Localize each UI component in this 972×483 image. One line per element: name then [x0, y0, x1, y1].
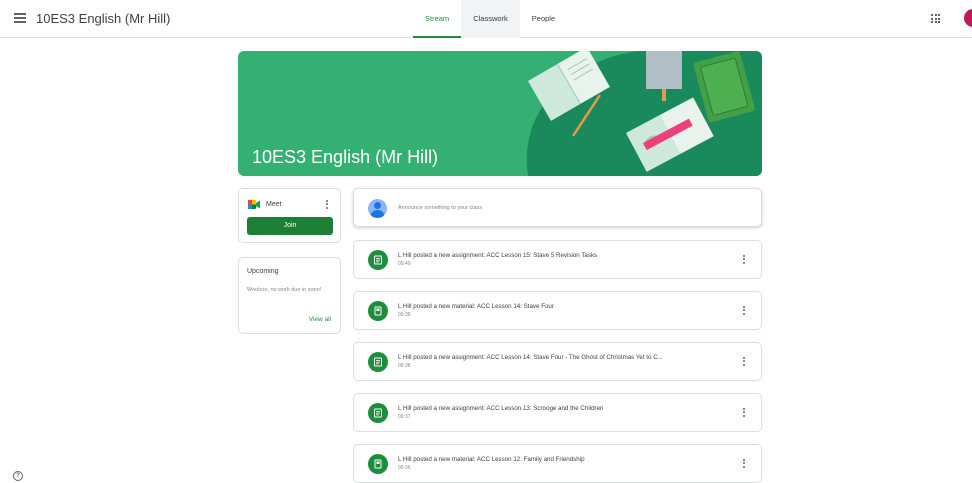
account-avatar[interactable] [964, 9, 972, 27]
tab-stream[interactable]: Stream [413, 0, 462, 38]
post-time: 09:38 [398, 363, 411, 369]
material-icon [368, 454, 388, 474]
meet-label: Meet [266, 201, 282, 208]
help-icon[interactable]: ? [13, 471, 23, 481]
class-banner: 10ES3 English (Mr Hill) [238, 51, 762, 176]
announce-placeholder: Announce something to your class [398, 205, 483, 211]
upcoming-message: Woohoo, no work due in soon! [247, 287, 322, 293]
post-more-options-icon[interactable] [742, 408, 746, 418]
view-all-link[interactable]: View all [309, 316, 331, 323]
class-title[interactable]: 10ES3 English (Mr Hill) [36, 11, 170, 26]
tab-classwork[interactable]: Classwork [461, 0, 520, 38]
google-meet-icon [248, 200, 260, 209]
meet-more-options-icon[interactable] [325, 200, 329, 210]
top-app-bar: 10ES3 English (Mr Hill) Stream Classwork… [0, 0, 972, 38]
post-time: 09:40 [398, 261, 411, 267]
join-meet-button[interactable]: Join [247, 217, 333, 235]
meet-card: Meet Join [238, 188, 341, 243]
post-title: L Hill posted a new assignment: ACC Less… [398, 354, 663, 361]
stream-post[interactable]: L Hill posted a new material: ACC Lesson… [353, 291, 762, 330]
assignment-icon [368, 250, 388, 270]
tab-bar: Stream Classwork People [413, 0, 567, 38]
post-time: 09:39 [398, 312, 411, 318]
hamburger-menu-icon[interactable] [14, 13, 26, 23]
material-icon [368, 301, 388, 321]
upcoming-card: Upcoming Woohoo, no work due in soon! Vi… [238, 257, 341, 334]
stream-post[interactable]: L Hill posted a new assignment: ACC Less… [353, 240, 762, 279]
banner-title: 10ES3 English (Mr Hill) [252, 147, 439, 167]
post-title: L Hill posted a new assignment: ACC Less… [398, 252, 598, 259]
announce-box[interactable]: Announce something to your class [353, 188, 762, 227]
post-more-options-icon[interactable] [742, 255, 746, 265]
stream-post[interactable]: L Hill posted a new assignment: ACC Less… [353, 393, 762, 432]
stream-post[interactable]: L Hill posted a new material: ACC Lesson… [353, 444, 762, 483]
assignment-icon [368, 352, 388, 372]
tab-people[interactable]: People [520, 0, 567, 38]
post-more-options-icon[interactable] [742, 459, 746, 469]
post-time: 09:36 [398, 465, 411, 471]
post-title: L Hill posted a new assignment: ACC Less… [398, 405, 604, 412]
post-title: L Hill posted a new material: ACC Lesson… [398, 303, 554, 310]
upcoming-title: Upcoming [247, 268, 279, 275]
google-apps-icon[interactable] [931, 14, 940, 23]
post-title: L Hill posted a new material: ACC Lesson… [398, 456, 585, 463]
user-avatar [368, 199, 387, 218]
post-more-options-icon[interactable] [742, 306, 746, 316]
assignment-icon [368, 403, 388, 423]
post-more-options-icon[interactable] [742, 357, 746, 367]
stream-post[interactable]: L Hill posted a new assignment: ACC Less… [353, 342, 762, 381]
post-time: 09:37 [398, 414, 411, 420]
